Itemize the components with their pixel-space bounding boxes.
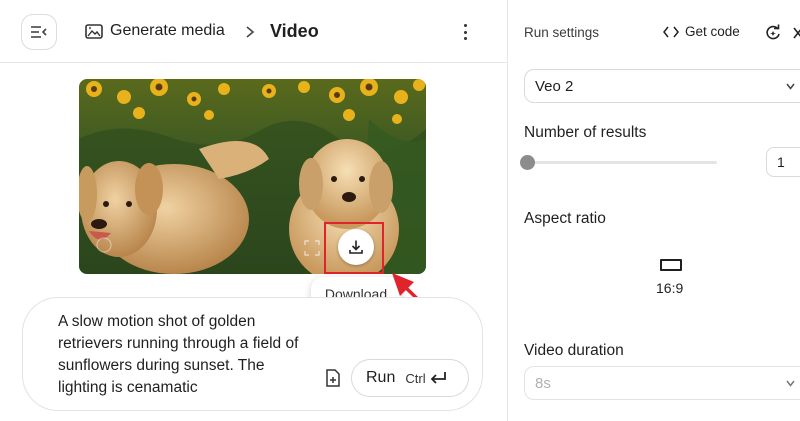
main-pane: Generate media Video Download A slow mot… [0, 0, 507, 421]
close-icon[interactable] [793, 26, 800, 40]
aspect-ratio-16-9-icon[interactable] [660, 259, 682, 271]
run-settings-title: Run settings [524, 25, 600, 40]
results-number-input[interactable]: 1 [766, 147, 800, 177]
run-button-label: Run [366, 369, 396, 386]
breadcrumb-parent[interactable]: Generate media [110, 22, 225, 40]
prompt-input[interactable]: A slow motion shot of golden retrievers … [58, 311, 308, 399]
download-icon [349, 240, 363, 254]
get-code-button[interactable]: Get code [663, 24, 740, 39]
results-label: Number of results [524, 124, 647, 141]
page-title: Video [270, 21, 319, 41]
code-icon [663, 26, 679, 37]
model-select[interactable]: Veo 2 [524, 69, 800, 103]
menu-collapse-icon [31, 26, 47, 38]
reset-icon[interactable] [764, 24, 782, 42]
expand-icon[interactable] [304, 240, 320, 256]
chevron-right-icon [246, 26, 255, 38]
video-duration-select[interactable]: 8s [524, 366, 800, 400]
get-code-label: Get code [685, 24, 740, 39]
aspect-ratio-label: Aspect ratio [524, 210, 606, 227]
aspect-ratio-option-label[interactable]: 16:9 [656, 280, 683, 296]
menu-toggle-button[interactable] [21, 14, 57, 50]
video-duration-value: 8s [535, 374, 551, 392]
download-button[interactable] [338, 229, 374, 265]
run-button[interactable]: Run Ctrl [351, 359, 469, 397]
run-shortcut-label: Ctrl [405, 370, 426, 386]
results-slider-track[interactable] [527, 161, 717, 164]
image-spark-icon [85, 24, 103, 39]
more-vert-icon[interactable] [457, 21, 473, 43]
video-duration-label: Video duration [524, 342, 624, 359]
enter-icon [430, 372, 446, 384]
chevron-down-icon [786, 83, 795, 90]
results-slider-thumb[interactable] [519, 155, 535, 170]
chevron-down-icon [786, 380, 795, 387]
model-select-value: Veo 2 [535, 77, 574, 95]
add-file-icon[interactable] [324, 368, 342, 388]
